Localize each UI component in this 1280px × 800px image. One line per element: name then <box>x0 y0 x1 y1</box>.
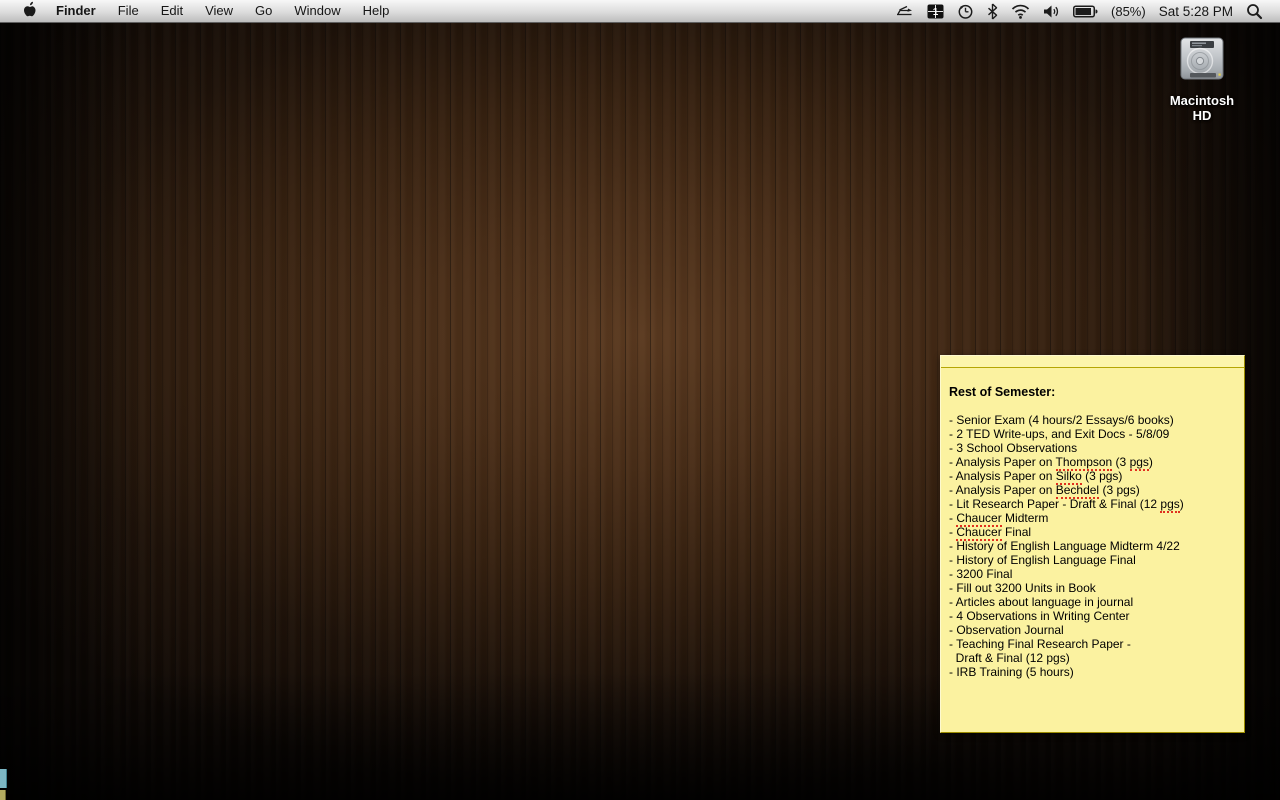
note-text: ) <box>1148 455 1153 469</box>
scanner-icon[interactable] <box>892 0 917 22</box>
note-text: Draft & Final (12 pgs) <box>949 651 1070 665</box>
note-line: - 2 TED Write-ups, and Exit Docs - 5/8/0… <box>949 427 1236 441</box>
note-text: (3 <box>1112 455 1130 469</box>
note-text: ) <box>1179 497 1184 511</box>
note-text: - History of English Language Final <box>949 553 1136 567</box>
note-text: (3 pgs) <box>1099 483 1140 497</box>
note-line: - 3200 Final <box>949 567 1236 581</box>
note-line: - Lit Research Paper - Draft & Final (12… <box>949 497 1236 513</box>
note-line: - History of English Language Midterm 4/… <box>949 539 1236 553</box>
note-lines: - Senior Exam (4 hours/2 Essays/6 books)… <box>949 413 1236 679</box>
menu-bar: Finder File Edit View Go Window Help 1 (… <box>0 0 1280 23</box>
menu-item-file[interactable]: File <box>107 0 150 22</box>
note-line: - Teaching Final Research Paper - <box>949 637 1236 651</box>
note-text: - Analysis Paper on <box>949 469 1056 483</box>
note-line: - Analysis Paper on Thompson (3 pgs) <box>949 455 1236 471</box>
note-text: - Analysis Paper on <box>949 483 1056 497</box>
spotlight-icon[interactable] <box>1243 0 1266 22</box>
note-text: - History of English Language Midterm 4/… <box>949 539 1180 553</box>
note-line: - Senior Exam (4 hours/2 Essays/6 books) <box>949 413 1236 427</box>
menu-items: Finder File Edit View Go Window Help <box>45 0 400 22</box>
battery-percent[interactable]: (85%) <box>1108 4 1149 19</box>
note-text: - Analysis Paper on <box>949 455 1056 469</box>
note-line: - Analysis Paper on Silko (3 pgs) <box>949 469 1236 485</box>
menu-bar-clock[interactable]: Sat 5:28 PM <box>1156 4 1236 19</box>
note-line: - Observation Journal <box>949 623 1236 637</box>
note-text: - Fill out 3200 Units in Book <box>949 581 1096 595</box>
note-title: Rest of Semester: <box>949 385 1056 399</box>
note-text: - Observation Journal <box>949 623 1064 637</box>
note-text: - 4 Observations in Writing Center <box>949 609 1130 623</box>
misspelled-word: pgs <box>1160 497 1180 513</box>
note-line: - Fill out 3200 Units in Book <box>949 581 1236 595</box>
note-line: - 4 Observations in Writing Center <box>949 609 1236 623</box>
desktop-wallpaper: Finder File Edit View Go Window Help 1 (… <box>0 0 1280 800</box>
note-text: - Lit Research Paper - Draft & Final (12 <box>949 497 1161 511</box>
note-text: (3 pgs) <box>1081 469 1123 483</box>
note-text: Final <box>1001 525 1032 539</box>
note-text: - Teaching Final Research Paper - <box>949 637 1131 651</box>
menu-item-window[interactable]: Window <box>283 0 351 22</box>
note-text: - IRB Training (5 hours) <box>949 665 1074 679</box>
note-text: - Senior Exam (4 hours/2 Essays/6 books) <box>949 413 1174 427</box>
menu-item-finder[interactable]: Finder <box>45 0 107 22</box>
note-line: Draft & Final (12 pgs) <box>949 651 1236 665</box>
menu-bar-status: 1 (85%) Sat 5:28 PM <box>892 0 1280 22</box>
desktop-icon-macintosh-hd[interactable]: Macintosh HD <box>1160 32 1244 123</box>
menu-bar-left: Finder File Edit View Go Window Help <box>0 0 400 22</box>
note-line: - Analysis Paper on Bechdel (3 pgs) <box>949 483 1236 499</box>
note-text: - 3200 Final <box>949 567 1013 581</box>
volume-icon[interactable] <box>1040 0 1063 22</box>
spaces-number: 1 <box>933 7 939 18</box>
menu-item-view[interactable]: View <box>194 0 244 22</box>
misspelled-word: pgs <box>1129 455 1149 471</box>
note-line: - 3 School Observations <box>949 441 1236 455</box>
note-line: - Articles about language in journal <box>949 595 1236 609</box>
offscreen-window-edge-olive[interactable] <box>0 790 6 800</box>
spaces-icon[interactable]: 1 <box>924 0 947 22</box>
note-text: - Articles about language in journal <box>949 595 1134 609</box>
note-line: - History of English Language Final <box>949 553 1236 567</box>
stickies-note-window[interactable]: Rest of Semester: - Senior Exam (4 hours… <box>940 355 1245 733</box>
stickies-text-area[interactable]: Rest of Semester: - Senior Exam (4 hours… <box>941 368 1244 679</box>
menu-item-go[interactable]: Go <box>244 0 283 22</box>
bluetooth-icon[interactable] <box>984 0 1001 22</box>
wifi-icon[interactable] <box>1008 0 1033 22</box>
note-text: - 3 School Observations <box>949 441 1078 455</box>
hard-drive-icon <box>1176 37 1228 88</box>
battery-icon[interactable] <box>1070 0 1101 22</box>
note-line: - IRB Training (5 hours) <box>949 665 1236 679</box>
time-machine-icon[interactable] <box>954 0 977 22</box>
hd-icon-label: Macintosh HD <box>1169 93 1235 123</box>
apple-menu[interactable] <box>12 0 45 22</box>
note-text: Midterm <box>1001 511 1049 525</box>
menu-item-help[interactable]: Help <box>352 0 401 22</box>
apple-icon <box>21 1 36 21</box>
offscreen-window-edge-blue[interactable] <box>0 769 7 788</box>
note-line: - Chaucer Midterm <box>949 511 1236 527</box>
note-blank-line <box>949 399 1236 413</box>
stickies-titlebar[interactable] <box>941 356 1244 368</box>
note-line: - Chaucer Final <box>949 525 1236 541</box>
note-text: - 2 TED Write-ups, and Exit Docs - 5/8/0… <box>949 427 1170 441</box>
menu-item-edit[interactable]: Edit <box>150 0 194 22</box>
